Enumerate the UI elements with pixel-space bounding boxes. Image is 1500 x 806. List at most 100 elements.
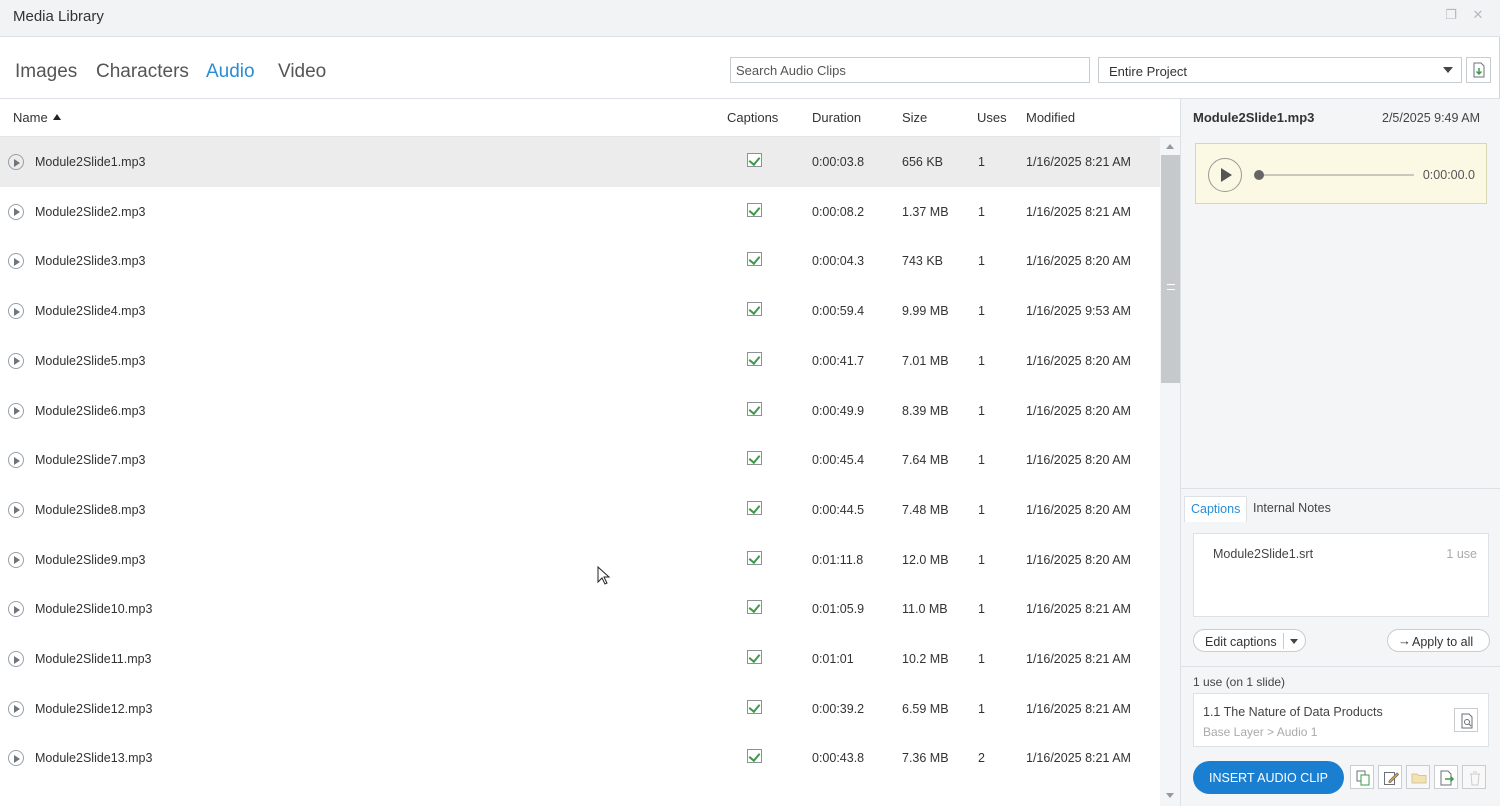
row-modified: 1/16/2025 8:21 AM: [1026, 701, 1131, 716]
column-header-name-label: Name: [13, 110, 48, 125]
go-to-slide-button[interactable]: [1454, 708, 1478, 732]
row-modified: 1/16/2025 8:20 AM: [1026, 502, 1131, 517]
restore-icon[interactable]: ❐: [1444, 8, 1458, 22]
play-icon[interactable]: [8, 750, 24, 767]
tab-video[interactable]: Video: [278, 61, 326, 83]
column-header-name[interactable]: Name: [13, 110, 61, 125]
play-icon[interactable]: [8, 402, 24, 419]
play-icon[interactable]: [8, 601, 24, 618]
table-row[interactable]: Module2Slide12.mp3 0:00:39.2 6.59 MB 1 1/16/…: [0, 684, 1160, 734]
row-duration: 0:00:41.7: [812, 353, 865, 368]
insert-audio-clip-button[interactable]: INSERT AUDIO CLIP: [1193, 761, 1344, 794]
search-input[interactable]: [730, 57, 1090, 83]
play-icon[interactable]: [8, 452, 24, 469]
caption-file-box[interactable]: Module2Slide1.srt 1 use: [1193, 533, 1489, 617]
table-row[interactable]: Module2Slide7.mp3 0:00:45.4 7.64 MB 1 1/16/2…: [0, 435, 1160, 485]
row-modified: 1/16/2025 9:53 AM: [1026, 304, 1131, 319]
details-subtabs: Captions Internal Notes: [1181, 496, 1500, 522]
row-name: Module2Slide11.mp3: [35, 652, 152, 666]
delete-button[interactable]: [1462, 765, 1486, 789]
play-button[interactable]: [1208, 158, 1242, 192]
scrollbar-thumb[interactable]: [1161, 155, 1180, 383]
captions-check-icon: [747, 749, 762, 764]
copy-icon: [1356, 770, 1370, 786]
open-folder-icon: [1411, 773, 1427, 784]
copy-button[interactable]: [1350, 765, 1374, 789]
chevron-down-icon[interactable]: [1290, 639, 1298, 644]
table-row[interactable]: Module2Slide1.mp3 0:00:03.8 656 KB 1 1/16/20…: [0, 137, 1160, 187]
audio-player: 0:00:00.0: [1195, 143, 1487, 204]
edit-captions-button[interactable]: Edit captions: [1193, 629, 1306, 652]
scope-dropdown[interactable]: Entire Project: [1098, 57, 1462, 83]
open-folder-button[interactable]: [1406, 765, 1430, 789]
tab-internal-notes[interactable]: Internal Notes: [1247, 496, 1337, 522]
table-row[interactable]: Module2Slide5.mp3 0:00:41.7 7.01 MB 1 1/16/2…: [0, 336, 1160, 386]
row-name: Module2Slide7.mp3: [35, 453, 146, 468]
row-size: 7.36 MB: [902, 751, 949, 766]
column-header-duration[interactable]: Duration: [812, 110, 861, 125]
usage-summary: 1 use (on 1 slide): [1193, 675, 1286, 689]
table-row[interactable]: Module2Slide11.mp3 0:01:01 10.2 MB 1 1/16/20…: [0, 634, 1160, 684]
list-scrollbar[interactable]: [1160, 137, 1180, 806]
row-modified: 1/16/2025 8:21 AM: [1026, 204, 1131, 219]
caption-file-name: Module2Slide1.srt: [1213, 547, 1314, 561]
play-icon[interactable]: [8, 501, 24, 518]
column-header-modified[interactable]: Modified: [1026, 110, 1075, 125]
tab-audio[interactable]: Audio: [206, 61, 255, 83]
play-icon[interactable]: [8, 551, 24, 568]
seek-handle[interactable]: [1254, 170, 1264, 180]
play-icon[interactable]: [8, 253, 24, 270]
row-size: 12.0 MB: [902, 552, 949, 567]
apply-to-all-button[interactable]: → Apply to all: [1387, 629, 1490, 652]
sort-ascending-icon: [52, 114, 61, 120]
play-icon[interactable]: [8, 203, 24, 220]
captions-check-icon: [747, 153, 762, 167]
column-header-size[interactable]: Size: [902, 110, 927, 125]
tab-captions[interactable]: Captions: [1184, 496, 1248, 522]
audio-list: Module2Slide1.mp3 0:00:03.8 656 KB 1 1/16/20…: [0, 137, 1160, 806]
row-uses: 1: [978, 204, 985, 219]
play-icon[interactable]: [8, 154, 24, 170]
row-name: Module2Slide8.mp3: [35, 502, 146, 517]
table-row[interactable]: Module2Slide13.mp3 0:00:43.8 7.36 MB 2 1/16/…: [0, 733, 1160, 783]
play-icon[interactable]: [8, 303, 24, 320]
scroll-down-icon[interactable]: [1166, 793, 1174, 798]
row-modified: 1/16/2025 8:20 AM: [1026, 552, 1131, 567]
edit-button[interactable]: [1378, 765, 1402, 789]
row-size: 7.01 MB: [902, 353, 949, 368]
captions-check-icon: [747, 699, 762, 714]
play-icon[interactable]: [8, 700, 24, 717]
row-uses: 1: [978, 502, 985, 517]
row-modified: 1/16/2025 8:20 AM: [1026, 453, 1131, 468]
scope-selected: Entire Project: [1109, 64, 1188, 79]
export-button[interactable]: [1434, 765, 1458, 789]
play-icon[interactable]: [8, 352, 24, 369]
tab-characters[interactable]: Characters: [96, 61, 189, 83]
table-row[interactable]: Module2Slide3.mp3 0:00:04.3 743 KB 1 1/16/20…: [0, 236, 1160, 286]
close-icon[interactable]: ✕: [1471, 8, 1485, 22]
table-row[interactable]: Module2Slide8.mp3 0:00:44.5 7.48 MB 1 1/16/2…: [0, 485, 1160, 535]
media-library-window: Media Library ❐ ✕ Images Characters Audi…: [0, 0, 1500, 806]
row-uses: 1: [978, 552, 985, 567]
table-row[interactable]: Module2Slide9.mp3 0:01:11.8 12.0 MB 1 1/16/2…: [0, 535, 1160, 585]
column-header-captions[interactable]: Captions: [727, 110, 778, 125]
player-time: 0:00:00.0: [1422, 168, 1475, 182]
scroll-up-icon[interactable]: [1166, 144, 1174, 149]
table-row[interactable]: Module2Slide6.mp3 0:00:49.9 8.39 MB 1 1/16/2…: [0, 386, 1160, 436]
row-uses: 1: [978, 353, 985, 368]
caption-file-uses: 1 use: [1446, 547, 1477, 561]
captions-check-icon: [747, 451, 762, 466]
captions-check-icon: [747, 351, 762, 366]
column-header-uses[interactable]: Uses: [977, 110, 1007, 125]
row-name: Module2Slide4.mp3: [35, 304, 146, 319]
table-row[interactable]: Module2Slide10.mp3 0:01:05.9 11.0 MB 1 1/16/…: [0, 584, 1160, 634]
import-button[interactable]: [1466, 57, 1491, 83]
seek-track[interactable]: [1258, 174, 1414, 176]
row-uses: 1: [978, 652, 985, 666]
play-icon[interactable]: [8, 651, 24, 667]
usage-item[interactable]: 1.1 The Nature of Data Products Base Lay…: [1193, 693, 1489, 747]
tab-images[interactable]: Images: [15, 61, 77, 83]
table-row[interactable]: Module2Slide2.mp3 0:00:08.2 1.37 MB 1 1/16/2…: [0, 187, 1160, 237]
table-row[interactable]: Module2Slide4.mp3 0:00:59.4 9.99 MB 1 1/16/2…: [0, 286, 1160, 336]
row-duration: 0:00:44.5: [812, 502, 865, 517]
